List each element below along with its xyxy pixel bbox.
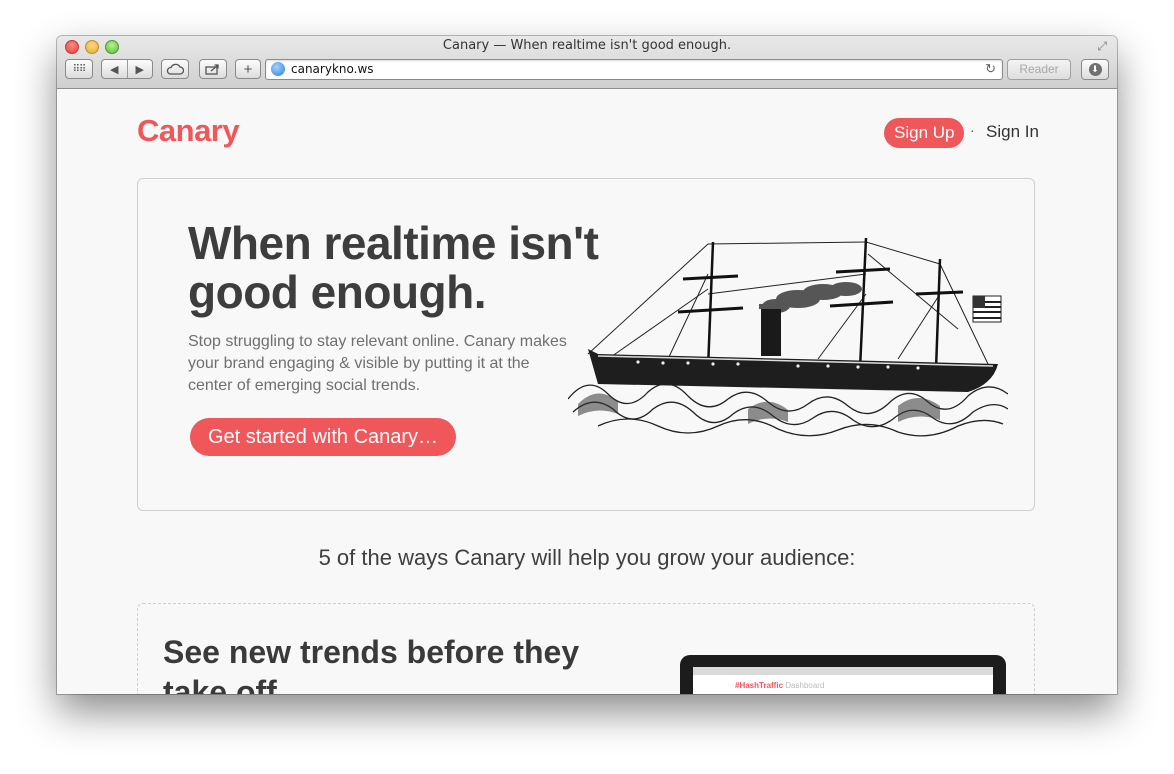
hero-panel: When realtime isn't good enough. Stop st… [137,178,1035,511]
reader-button[interactable]: Reader [1007,59,1071,80]
back-arrow-icon: ◀ [110,63,119,76]
back-button[interactable]: ◀ [102,60,127,78]
globe-icon [271,62,285,76]
site-logo[interactable]: Canary [137,113,240,149]
back-forward-group: ◀ ▶ [101,59,153,79]
share-button[interactable] [199,59,227,79]
download-icon: ⬇ [1088,63,1102,76]
forward-arrow-icon: ▶ [135,63,144,76]
window-title: Canary — When realtime isn't good enough… [442,38,732,53]
sign-up-button[interactable]: Sign Up [884,118,965,148]
cloud-icon [166,63,184,75]
steamship-illustration [568,237,1008,437]
screen-brand-sub: Dashboard [785,681,825,690]
screen-toolbar [693,667,993,675]
reload-icon[interactable]: ↻ [985,61,996,77]
url-text: canarykno.ws [291,62,374,76]
feature-title: See new trends before they take off [163,634,580,694]
laptop-screen: #HashTraffic Dashboard [693,667,993,694]
address-bar[interactable]: canarykno.ws ↻ [265,59,1003,80]
browser-window: Canary — When realtime isn't good enough… [57,36,1117,694]
screen-brand: #HashTraffic Dashboard [735,681,825,690]
plus-icon: + [243,60,253,78]
ways-heading: 5 of the ways Canary will help you grow … [318,545,856,570]
feature-card: See new trends before they take off #Has… [137,603,1035,694]
fullscreen-icon[interactable]: ⤢ [1097,39,1107,54]
get-started-button[interactable]: Get started with Canary… [190,418,456,456]
new-tab-button[interactable]: + [235,59,261,79]
hero-description: Stop struggling to stay relevant online.… [188,333,567,394]
grid-icon: ⠿⠿ [72,63,87,75]
nav-separator: · [970,122,975,138]
top-sites-button[interactable]: ⠿⠿ [65,59,93,79]
web-page: Canary Sign Up · Sign In When realtime i… [57,89,1117,694]
share-icon [205,64,219,75]
laptop-illustration: #HashTraffic Dashboard [680,655,1006,694]
sign-in-link[interactable]: Sign In [986,122,1039,142]
forward-button[interactable]: ▶ [126,60,153,78]
browser-toolbar: Canary — When realtime isn't good enough… [57,36,1117,89]
downloads-button[interactable]: ⬇ [1081,59,1109,80]
icloud-tabs-button[interactable] [161,59,189,79]
